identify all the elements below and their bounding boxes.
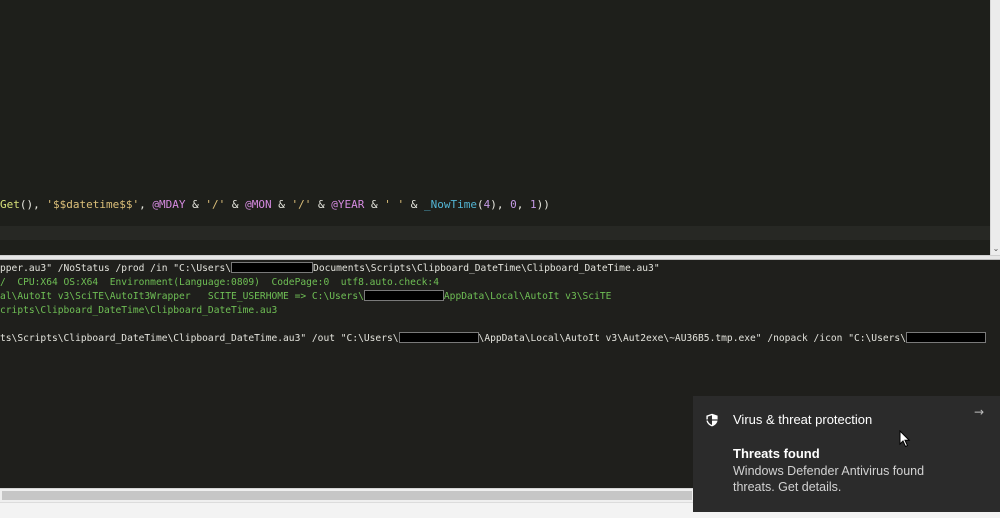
output-line: cripts\Clipboard_DateTime\Clipboard_Date… xyxy=(0,304,277,318)
code-token: )) xyxy=(536,198,550,211)
code-token: & xyxy=(364,198,385,211)
output-text: pper.au3" /NoStatus /prod /in "C:\Users\ xyxy=(0,263,232,274)
code-token: Get xyxy=(0,198,20,211)
code-token: @MDAY xyxy=(152,198,186,211)
output-line: al\AutoIt v3\SciTE\AutoIt3Wrapper SCITE_… xyxy=(0,290,611,304)
scroll-down-arrow-icon[interactable]: ⌄ xyxy=(991,244,1000,254)
redaction-box xyxy=(905,332,986,343)
arrow-right-icon[interactable]: → xyxy=(971,404,987,420)
code-token: @MON xyxy=(245,198,272,211)
toast-title: Threats found xyxy=(733,446,820,461)
shield-icon xyxy=(706,413,718,427)
output-text: AppData\Local\AutoIt v3\SciTE xyxy=(443,291,612,302)
output-text: ts\Scripts\Clipboard_DateTime\Clipboard_… xyxy=(0,333,399,344)
code-token: , xyxy=(516,198,530,211)
redaction-box xyxy=(398,332,479,343)
code-line[interactable]: Get(), '$$datetime$$', @MDAY & '/' & @MO… xyxy=(0,197,550,213)
toast-body: Windows Defender Antivirus found threats… xyxy=(733,464,925,494)
output-text: al\AutoIt v3\SciTE\AutoIt3Wrapper SCITE_… xyxy=(0,291,364,302)
output-line: ts\Scripts\Clipboard_DateTime\Clipboard_… xyxy=(0,332,986,346)
code-token: '/' xyxy=(205,198,226,211)
redaction-box xyxy=(363,290,444,301)
code-token: & xyxy=(225,198,246,211)
output-line: / CPU:X64 OS:X64 Environment(Language:08… xyxy=(0,276,439,290)
code-token: , xyxy=(139,198,153,211)
code-token: _NowTime xyxy=(423,198,477,211)
redaction-box xyxy=(231,262,314,273)
code-token: (), xyxy=(19,198,47,211)
toast-app-name: Virus & threat protection xyxy=(733,412,873,427)
code-token: ( xyxy=(476,198,484,211)
code-token: ' ' xyxy=(384,198,405,211)
editor-vertical-scrollbar[interactable]: ⌄ xyxy=(990,0,1000,255)
defender-toast-notification[interactable]: Virus & threat protection → Threats foun… xyxy=(693,396,1000,512)
code-token: 0 xyxy=(510,198,517,211)
scrollbar-thumb[interactable] xyxy=(2,491,692,500)
output-line: pper.au3" /NoStatus /prod /in "C:\Users\… xyxy=(0,262,660,276)
output-text: cripts\Clipboard_DateTime\Clipboard_Date… xyxy=(0,305,278,316)
output-text: Documents\Scripts\Clipboard_DateTime\Cli… xyxy=(313,263,660,274)
output-text: / CPU:X64 OS:X64 Environment(Language:08… xyxy=(0,277,439,288)
mouse-pointer-icon xyxy=(899,430,911,448)
code-token: 1 xyxy=(529,198,537,211)
code-token: '/' xyxy=(291,198,312,211)
code-token: & xyxy=(404,198,424,211)
code-token: & xyxy=(311,198,332,211)
code-token: ), xyxy=(490,198,511,211)
current-line-highlight xyxy=(0,226,990,240)
code-token: & xyxy=(185,198,206,211)
output-text: \AppData\Local\AutoIt v3\Aut2exe\~AU36B5… xyxy=(478,333,906,344)
code-token: @YEAR xyxy=(331,198,365,211)
code-token: & xyxy=(271,198,292,211)
code-editor[interactable]: Get(), '$$datetime$$', @MDAY & '/' & @MO… xyxy=(0,0,990,255)
code-token: '$$datetime$$' xyxy=(46,198,140,211)
